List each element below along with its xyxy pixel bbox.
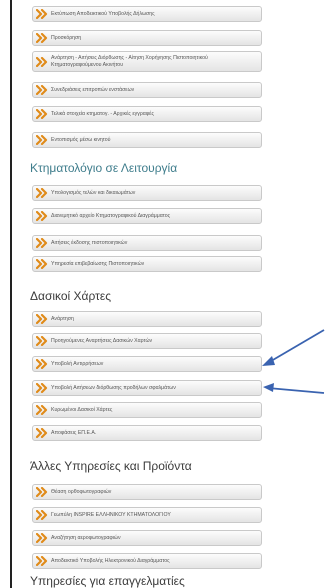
double-chevron-icon [33, 109, 51, 119]
double-chevron-icon [33, 487, 51, 497]
menu-button-cadastral-diagram-file[interactable]: Διανεμητικό αρχείο Κτηματογραφικού Διαγρ… [32, 208, 262, 224]
menu-button-label: Θέαση ορθοφωτογραφιών [51, 488, 112, 495]
menu-button-label: Αποδεικτικό Υποβολής Ηλεκτρονικού Διαγρά… [51, 557, 170, 564]
menu-button-label: Ανάρτηση - Αιτήσεις Διόρθωσης - Αίτηση Χ… [51, 55, 208, 68]
menu-button-label: Εντοπισμός μέσω κινητού [51, 136, 111, 143]
left-border-line [10, 0, 12, 588]
double-chevron-icon [33, 556, 51, 566]
menu-button-print-declaration-receipt[interactable]: Εκτύπωση Αποδεικτικού Υποβολής Δήλωσης [32, 6, 262, 22]
menu-button-announcement[interactable]: Προσκόρηση [32, 30, 262, 46]
menu-button-label: Υποβολή Αντιρρήσεων [51, 360, 104, 367]
menu-button-aerial-photo-search[interactable]: Αναζήτηση αεροφωτογραφιών [32, 530, 262, 546]
double-chevron-icon [33, 314, 51, 324]
double-chevron-icon [33, 238, 51, 248]
double-chevron-icon [33, 510, 51, 520]
double-chevron-icon [33, 135, 51, 145]
menu-button-inspire-geoportal[interactable]: Γεωπύλη INSPIRE ΕΛΛΗΝΙΚΟΥ ΚΤΗΜΑΤΟΛΟΓΙΟΥ [32, 507, 262, 523]
menu-button-label: Συνεδριάσεις επιτροπών ενστάσεων [51, 86, 135, 93]
double-chevron-icon [33, 85, 51, 95]
arrow-line-corrections [267, 387, 325, 394]
double-chevron-icon [33, 56, 51, 67]
menu-button-certificate-verification[interactable]: Υπηρεσία επιβεβαίωσης Πιστοποιητικών [32, 256, 262, 272]
double-chevron-icon [33, 533, 51, 543]
menu-button-objection-committees[interactable]: Συνεδριάσεις επιτροπών ενστάσεων [32, 82, 262, 98]
double-chevron-icon [33, 428, 51, 438]
menu-button-label: Αιτήσεις έκδοσης πιστοποιητικών [51, 239, 128, 246]
menu-button-label: Κυρωμένοι Δασικοί Χάρτες [51, 406, 113, 413]
double-chevron-icon [33, 383, 51, 393]
menu-button-previous-forest-postings[interactable]: Προηγούμενες Αναρτήσεις Δασικών Χαρτών [32, 333, 262, 349]
menu-button-submit-error-corrections[interactable]: Υποβολή Αιτήσεων διόρθωσης προδήλων σφαλ… [32, 380, 262, 396]
section-heading-cadastre-operation: Κτηματολόγιο σε Λειτουργία [30, 161, 178, 175]
double-chevron-icon [33, 336, 51, 346]
double-chevron-icon [33, 9, 51, 19]
menu-button-label: Ανάρτηση [51, 315, 74, 322]
menu-button-electronic-diagram-receipt[interactable]: Αποδεικτικό Υποβολής Ηλεκτρονικού Διαγρά… [32, 553, 262, 569]
arrow-line-objections [265, 329, 325, 365]
section-heading-other-services: Άλλες Υπηρεσίες και Προϊόντα [30, 459, 192, 473]
menu-button-label: Προσκόρηση [51, 34, 82, 41]
menu-button-label: Εκτύπωση Αποδεικτικού Υποβολής Δήλωσης [51, 10, 155, 17]
menu-button-certificate-requests[interactable]: Αιτήσεις έκδοσης πιστοποιητικών [32, 235, 262, 251]
menu-button-label: Προηγούμενες Αναρτήσεις Δασικών Χαρτών [51, 337, 153, 344]
menu-button-mobile-location[interactable]: Εντοπισμός μέσω κινητού [32, 132, 262, 148]
menu-button-label: Γεωπύλη INSPIRE ΕΛΛΗΝΙΚΟΥ ΚΤΗΜΑΤΟΛΟΓΙΟΥ [51, 511, 171, 518]
menu-button-orthophoto-view[interactable]: Θέαση ορθοφωτογραφιών [32, 484, 262, 500]
double-chevron-icon [33, 405, 51, 415]
menu-button-label: Υπολογισμός τελών και δικαιωμάτων [51, 189, 136, 196]
menu-button-label: Αναζήτηση αεροφωτογραφιών [51, 534, 121, 541]
double-chevron-icon [33, 359, 51, 369]
double-chevron-icon [33, 211, 51, 221]
menu-button-submit-objections[interactable]: Υποβολή Αντιρρήσεων [32, 356, 262, 372]
double-chevron-icon [33, 259, 51, 269]
double-chevron-icon [33, 188, 51, 198]
arrow-head-objections [262, 356, 275, 366]
menu-button-epea-decisions[interactable]: Αποφάσεις ΕΠ.Ε.Α. [32, 425, 262, 441]
menu-button-label: Υπηρεσία επιβεβαίωσης Πιστοποιητικών [51, 260, 145, 267]
menu-button-ratified-forest-maps[interactable]: Κυρωμένοι Δασικοί Χάρτες [32, 402, 262, 418]
double-chevron-icon [33, 33, 51, 43]
menu-button-posting-corrections-certificate[interactable]: Ανάρτηση - Αιτήσεις Διόρθωσης - Αίτηση Χ… [32, 51, 262, 72]
arrow-head-corrections [263, 383, 274, 392]
menu-button-final-records[interactable]: Τελικά στοιχεία κτηματογ. - Αρχικές εγγρ… [32, 106, 262, 122]
section-heading-professional-services: Υπηρεσίες για επαγγελματίες [30, 574, 185, 588]
menu-button-label: Υποβολή Αιτήσεων διόρθωσης προδήλων σφαλ… [51, 384, 176, 391]
section-heading-forest-maps: Δασικοί Χάρτες [30, 289, 112, 303]
menu-button-forest-posting[interactable]: Ανάρτηση [32, 311, 262, 327]
menu-button-label: Τελικά στοιχεία κτηματογ. - Αρχικές εγγρ… [51, 110, 154, 117]
menu-button-label: Αποφάσεις ΕΠ.Ε.Α. [51, 429, 97, 436]
menu-button-label: Διανεμητικό αρχείο Κτηματογραφικού Διαγρ… [51, 212, 171, 219]
menu-button-fees-calculation[interactable]: Υπολογισμός τελών και δικαιωμάτων [32, 185, 262, 201]
